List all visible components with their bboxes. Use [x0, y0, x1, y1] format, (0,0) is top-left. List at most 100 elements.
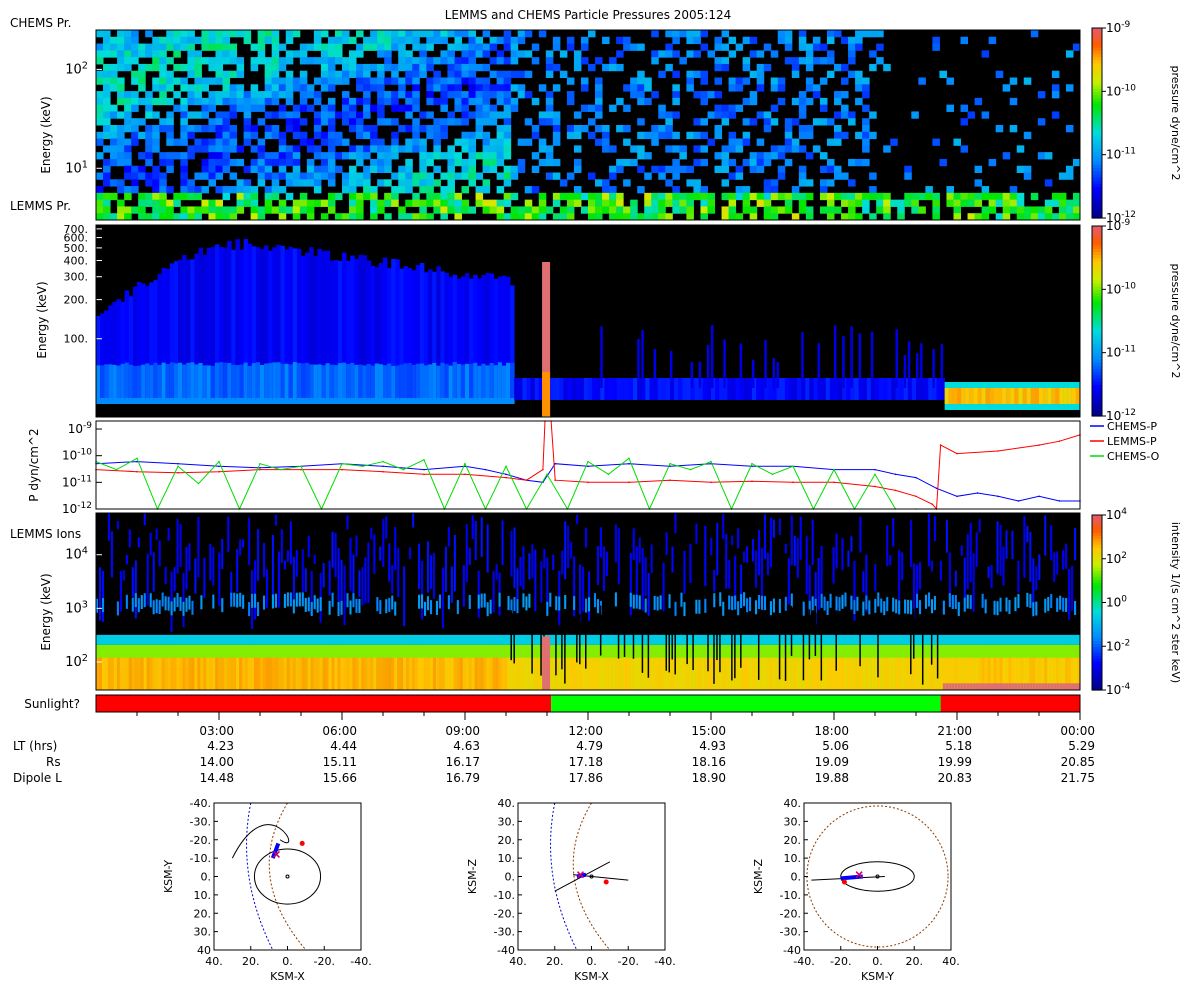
lemms-cell [870, 331, 874, 388]
ions-cell [194, 634, 198, 645]
ions-cell [719, 592, 722, 607]
ions-cell [230, 634, 234, 645]
ions-cell [874, 563, 877, 592]
chems-cell [412, 36, 420, 45]
chems-cell [208, 30, 216, 38]
ions-cell [793, 535, 796, 566]
chems-cell [609, 186, 617, 194]
ions-cell [480, 634, 485, 645]
ions-cell [143, 593, 146, 608]
chems-cell [749, 91, 758, 99]
time-tick-label: 15:00 [691, 724, 726, 738]
series-point-chems-o [279, 468, 282, 471]
chems-cell [510, 50, 519, 58]
ions-cell [924, 634, 929, 645]
chems-cell [876, 57, 884, 65]
ions-gap [921, 634, 924, 685]
chems-cell [531, 131, 540, 140]
ions-cell [516, 657, 520, 690]
chems-cell [377, 91, 385, 99]
ions-cell [907, 634, 911, 645]
chems-cell [138, 192, 146, 201]
colorbar-tick-label: 100 [1106, 595, 1127, 610]
chems-cell [222, 131, 231, 140]
lemms-cell [1039, 388, 1044, 404]
ions-cell [489, 599, 492, 614]
lemms-cell [436, 398, 441, 404]
chems-cell [665, 63, 673, 72]
chems-cell [131, 172, 139, 180]
orbit-y-tick-label: -20. [780, 907, 801, 920]
ions-cell [334, 657, 338, 690]
lemms-y-tick-label: 400. [64, 254, 89, 267]
lemms-cell [477, 398, 482, 404]
chems-cell [826, 138, 835, 146]
chems-cell [166, 57, 174, 65]
colorbar-tick-label: 10-10 [1106, 281, 1136, 296]
ions-cell [853, 600, 856, 615]
lemms-cell [452, 362, 458, 399]
ions-cell [388, 657, 392, 690]
chems-cell [496, 70, 505, 78]
ions-cell [1041, 683, 1045, 690]
chems-cell [447, 84, 455, 92]
chems-cell [124, 63, 132, 72]
lemms-cell [321, 398, 326, 404]
chems-cell [651, 213, 659, 221]
chems-cell [187, 84, 195, 92]
chems-cell [405, 179, 413, 187]
ions-cell [104, 657, 109, 690]
lemms-cell [161, 362, 167, 399]
ions-cell [161, 592, 164, 607]
chems-cell [243, 179, 252, 187]
lemms-cell [460, 364, 466, 401]
ions-cell [927, 634, 932, 645]
ions-cell [462, 634, 467, 645]
orbit-y-tick-label: -10. [780, 889, 801, 902]
chems-cell [721, 206, 730, 214]
series-point-lemms-p [915, 495, 917, 498]
chems-cell [103, 179, 111, 187]
chems-cell [841, 104, 849, 112]
ions-cell [307, 597, 310, 612]
chems-cell [855, 77, 863, 85]
chems-cell [320, 213, 329, 221]
chems-cell [440, 199, 448, 207]
chems-cell [138, 77, 146, 85]
chems-cell [356, 213, 364, 221]
chems-cell [658, 165, 666, 173]
lemms-cell [510, 362, 515, 399]
ions-cell [516, 634, 520, 645]
chems-cell [342, 77, 350, 85]
chems-cell [349, 111, 357, 119]
chems-cell [588, 118, 596, 126]
chems-cell [96, 50, 104, 58]
chems-cell [117, 77, 125, 85]
chems-cell [433, 138, 441, 146]
ions-cell [1017, 683, 1021, 690]
chems-cell [384, 43, 392, 51]
chems-cell [426, 186, 434, 194]
ions-cell [883, 601, 886, 616]
ions-cell [582, 566, 585, 612]
chems-cell [1044, 206, 1053, 214]
ions-gap [936, 628, 939, 679]
chems-cell [855, 30, 863, 38]
series-point-chems-p [484, 468, 487, 471]
ions-cell [292, 634, 297, 645]
chems-cell [152, 192, 160, 201]
ions-cell [710, 634, 714, 645]
ions-cell [1059, 634, 1063, 645]
chems-cell [278, 77, 287, 85]
ions-cell [868, 657, 872, 690]
ions-cell [218, 634, 222, 645]
ions-cell [379, 600, 382, 615]
chems-cell [616, 165, 624, 173]
chems-cell [623, 179, 631, 187]
lemms-cell [444, 398, 449, 404]
chems-cell [138, 172, 146, 180]
chems-cell [693, 30, 701, 38]
chems-cell [278, 63, 287, 72]
ions-cell [567, 525, 570, 568]
ions-cell [394, 657, 398, 690]
